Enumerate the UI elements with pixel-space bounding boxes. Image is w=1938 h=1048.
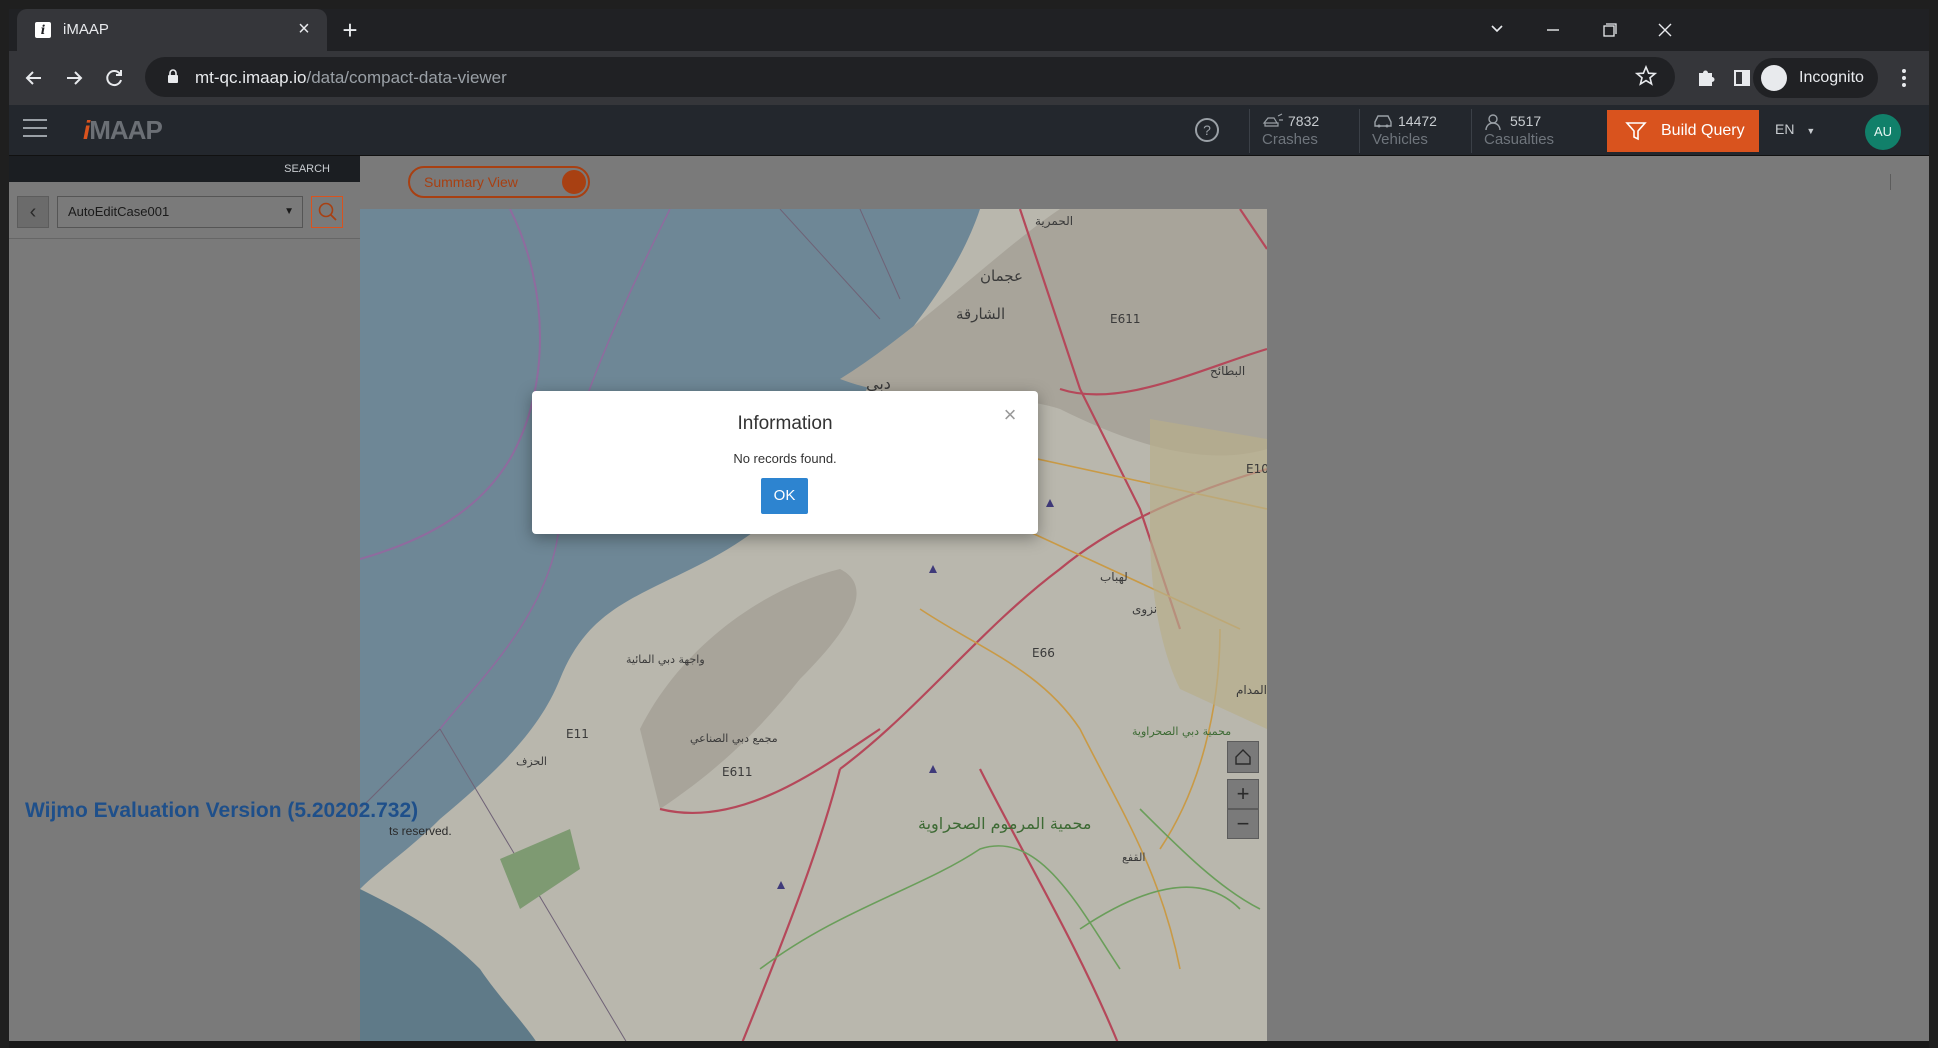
map-label: E11 [566,727,589,741]
map-view[interactable]: الحمرية عجمان الشارقة E611 البطائح دبي E… [360,209,1267,1048]
map-label: الشارقة [956,305,1005,323]
map-label: E10 [1246,462,1267,476]
app-header: iMAAP ? 7832 Crashes 14472 Vehicles 5517… [9,105,1929,156]
new-tab-icon[interactable]: + [337,17,363,43]
map-label: عجمان [980,267,1023,285]
home-button[interactable] [1227,741,1259,773]
ok-button[interactable]: OK [761,478,808,514]
minimize-icon[interactable] [1537,21,1569,39]
search-icon [318,202,337,221]
search-panel: SEARCH ◀ ‹ AutoEditCase001 ▼ [9,156,380,1048]
tab-title: iMAAP [63,21,109,38]
close-icon[interactable]: × [1000,404,1020,426]
favicon-icon: i [35,22,51,38]
lock-icon[interactable] [167,69,179,83]
incognito-icon [1761,65,1787,91]
map-label: واجهة دبي المائية [626,653,705,666]
tab-strip: i iMAAP × + [9,9,1929,51]
filter-icon [1625,122,1647,141]
divider [1890,174,1891,190]
help-icon[interactable]: ? [1195,118,1219,142]
map-label: محمية المرموم الصحراوية [918,814,1091,834]
stat-crashes-value: 7832 [1288,113,1320,129]
crash-icon [1262,113,1283,127]
language-label: EN [1775,121,1795,137]
close-window-icon[interactable] [1649,21,1681,39]
map-label: الحمرية [1035,214,1073,229]
extensions-icon[interactable] [1691,63,1721,93]
search-button[interactable] [311,196,343,228]
stat-crashes-label: Crashes [1262,131,1318,148]
browser-window: i iMAAP × + mt-qc.imaap.io/data/compact-… [9,9,1929,1048]
browser-tab[interactable]: i iMAAP × [17,9,327,51]
person-icon [1485,114,1501,131]
information-dialog: Information × No records found. OK [532,391,1038,534]
stat-vehicles[interactable]: 14472 Vehicles [1359,109,1471,153]
dialog-message: No records found. [733,451,837,466]
stat-casualties-label: Casualties [1484,131,1555,148]
browser-toolbar: mt-qc.imaap.io/data/compact-data-viewer … [9,51,1929,105]
wijmo-notice: Wijmo Evaluation Version (5.20202.732) [25,799,419,822]
incognito-label: Incognito [1799,69,1864,86]
url-text[interactable]: mt-qc.imaap.io/data/compact-data-viewer [195,68,507,88]
avatar[interactable]: AU [1865,114,1901,150]
forward-icon[interactable] [59,63,89,93]
map-label: القفع [1122,851,1145,864]
map-label: نزوى [1132,602,1157,617]
close-tab-icon[interactable]: × [293,18,315,40]
details-panel [1267,209,1929,1048]
case-select-value: AutoEditCase001 [68,204,170,219]
map-label: E611 [722,765,753,779]
language-dropdown[interactable]: EN ▼ [1775,121,1815,137]
summary-view-toggle[interactable]: Summary View [408,166,590,198]
summary-view-label: Summary View [424,174,518,190]
back-button[interactable]: ‹ [17,196,49,228]
stat-casualties-value: 5517 [1510,113,1542,129]
stat-casualties[interactable]: 5517 Casualties [1471,109,1595,153]
dropdown-caret-icon: ▼ [284,206,294,217]
map-label: E66 [1032,646,1055,660]
map-label: محمية دبي الصحراوية [1132,725,1231,738]
map-label: البطائح [1210,364,1245,378]
stat-crashes[interactable]: 7832 Crashes [1249,109,1359,153]
toggle-knob [562,170,586,194]
address-bar[interactable]: mt-qc.imaap.io/data/compact-data-viewer [145,57,1675,97]
back-icon[interactable] [19,63,49,93]
zoom-in-button[interactable]: + [1227,779,1259,809]
stat-vehicles-label: Vehicles [1372,131,1428,148]
url-host: mt-qc.imaap.io [195,68,307,87]
more-icon[interactable] [1889,63,1919,93]
view-toolbar: Summary View [360,156,1929,209]
zoom-out-button[interactable]: − [1227,809,1259,839]
home-icon [1235,749,1251,765]
star-icon[interactable] [1635,65,1657,87]
dialog-title: Information [737,413,833,434]
stat-vehicles-value: 14472 [1398,113,1437,129]
app-logo[interactable]: iMAAP [83,115,163,146]
restore-icon[interactable] [1593,21,1625,39]
map-label: الحزف [516,755,547,768]
map-label: لهباب [1100,570,1128,584]
map-label: E611 [1110,312,1141,326]
rights-text: ts reserved. [389,824,452,838]
map-label: المدام [1236,683,1267,697]
panel-divider [9,238,360,239]
car-icon [1374,115,1392,128]
map-canvas: الحمرية عجمان الشارقة E611 البطائح دبي E… [360,209,1267,1048]
map-label: مجمع دبي الصناعي [690,732,778,745]
tab-search-icon[interactable] [1481,21,1513,39]
build-query-button[interactable]: Build Query [1607,110,1759,152]
build-query-label: Build Query [1661,122,1745,139]
chevron-down-icon: ▼ [1806,126,1816,136]
url-path: /data/compact-data-viewer [306,68,507,87]
reload-icon[interactable] [99,63,129,93]
taskbar-strip [9,1041,1929,1048]
incognito-badge[interactable]: Incognito [1753,58,1878,98]
case-select[interactable]: AutoEditCase001 ▼ [57,196,303,228]
search-panel-title: SEARCH [284,163,330,175]
search-panel-header: SEARCH [9,156,360,182]
menu-icon[interactable] [23,119,47,139]
